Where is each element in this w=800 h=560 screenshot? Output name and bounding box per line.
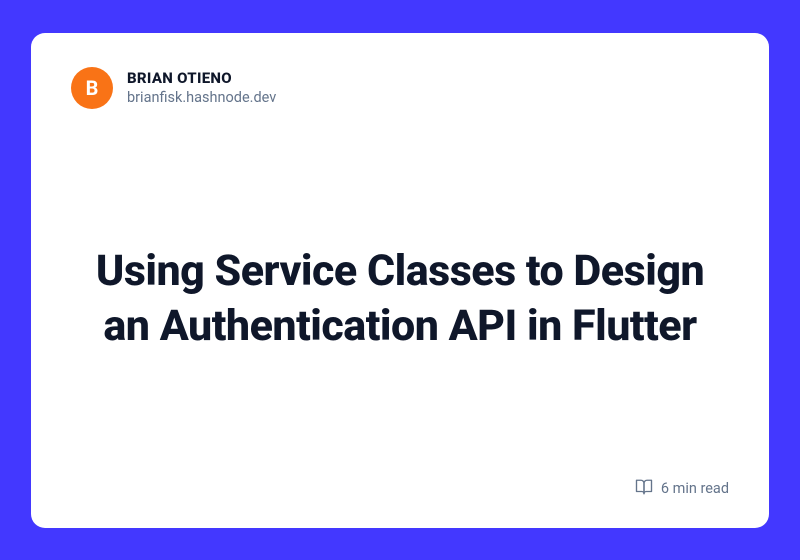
title-wrap: Using Service Classes to Design an Authe… [71,119,729,480]
read-time-label: 6 min read [661,480,729,497]
author-name: BRIAN OTIENO [127,69,276,87]
author-domain: brianfisk.hashnode.dev [127,89,276,106]
book-icon [635,478,653,500]
author-row: B BRIAN OTIENO brianfisk.hashnode.dev [71,67,729,109]
article-card: B BRIAN OTIENO brianfisk.hashnode.dev Us… [31,33,769,528]
avatar-initial: B [86,76,99,100]
avatar: B [71,67,113,109]
read-time: 6 min read [635,478,729,500]
article-title: Using Service Classes to Design an Authe… [81,244,719,354]
author-text: BRIAN OTIENO brianfisk.hashnode.dev [127,69,276,106]
